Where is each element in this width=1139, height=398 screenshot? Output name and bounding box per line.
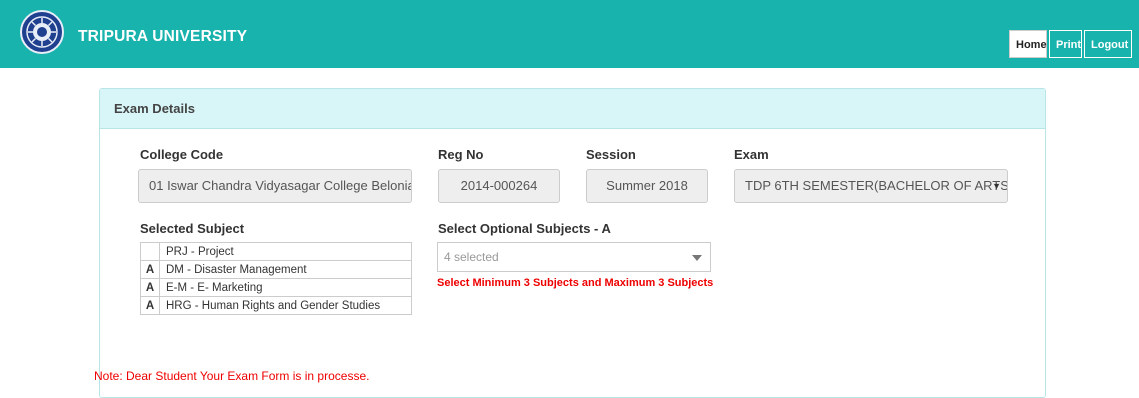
print-button[interactable]: Print <box>1049 30 1082 58</box>
exam-select[interactable]: TDP 6TH SEMESTER(BACHELOR OF ARTS ▼ <box>734 169 1008 203</box>
optional-subjects-label: Select Optional Subjects - A <box>438 221 611 236</box>
college-code-field[interactable]: 01 Iswar Chandra Vidyasagar College Belo… <box>138 169 412 203</box>
multiselect-value: 4 selected <box>444 250 499 264</box>
subject-group <box>140 242 160 261</box>
session-label: Session <box>586 147 636 162</box>
exam-label: Exam <box>734 147 769 162</box>
selected-subject-table: PRJ - Project A DM - Disaster Management… <box>140 242 412 315</box>
reg-no-label: Reg No <box>438 147 484 162</box>
home-button[interactable]: Home <box>1009 30 1047 58</box>
nav-buttons: Home Print Logout <box>1009 30 1132 58</box>
subject-group: A <box>140 260 160 279</box>
table-row: PRJ - Project <box>140 242 412 261</box>
reg-no-field[interactable]: 2014-000264 <box>438 169 560 203</box>
subject-group: A <box>140 278 160 297</box>
subject-name: DM - Disaster Management <box>159 260 412 279</box>
subject-name: PRJ - Project <box>159 242 412 261</box>
table-row: A E-M - E- Marketing <box>140 278 412 297</box>
exam-details-panel: Exam Details College Code 01 Iswar Chand… <box>99 88 1046 398</box>
panel-heading: Exam Details <box>100 89 1045 129</box>
chevron-down-icon: ▼ <box>992 181 1001 191</box>
exam-select-value: TDP 6TH SEMESTER(BACHELOR OF ARTS <box>745 178 1008 193</box>
university-logo <box>20 10 64 54</box>
subject-group: A <box>140 296 160 315</box>
optional-subjects-multiselect[interactable]: 4 selected <box>437 242 711 272</box>
session-field[interactable]: Summer 2018 <box>586 169 708 203</box>
caret-down-icon <box>692 255 702 261</box>
status-note: Note: Dear Student Your Exam Form is in … <box>94 369 370 383</box>
subject-name: HRG - Human Rights and Gender Studies <box>159 296 412 315</box>
top-navbar: TRIPURA UNIVERSITY Home Print Logout <box>0 0 1139 68</box>
validation-message: Select Minimum 3 Subjects and Maximum 3 … <box>437 277 714 289</box>
table-row: A DM - Disaster Management <box>140 260 412 279</box>
college-code-label: College Code <box>140 147 224 162</box>
logout-button[interactable]: Logout <box>1084 30 1132 58</box>
site-title[interactable]: TRIPURA UNIVERSITY <box>78 28 247 46</box>
selected-subject-label: Selected Subject <box>140 221 245 236</box>
subject-name: E-M - E- Marketing <box>159 278 412 297</box>
table-row: A HRG - Human Rights and Gender Studies <box>140 296 412 315</box>
